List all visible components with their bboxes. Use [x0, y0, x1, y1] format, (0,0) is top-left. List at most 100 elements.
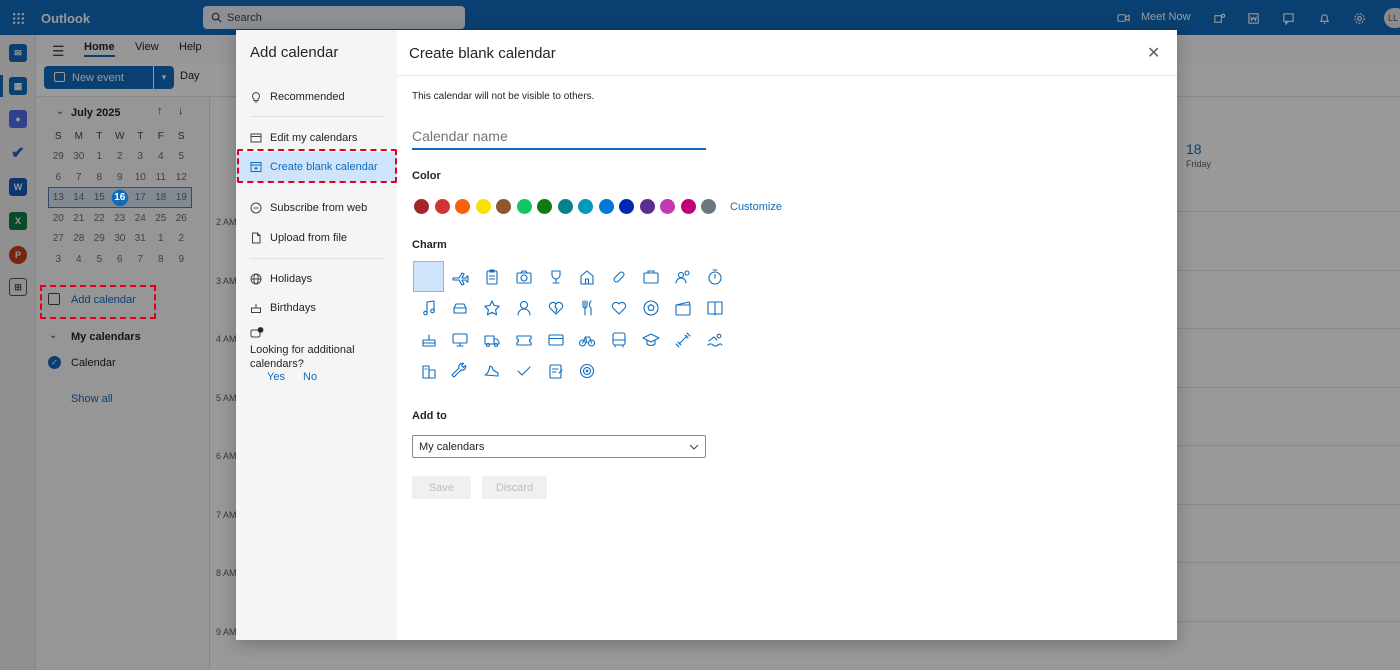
nav-holidays[interactable]: Holidays [236, 264, 397, 294]
charm-wrench-icon[interactable] [445, 356, 476, 387]
color-swatch[interactable] [455, 199, 470, 214]
mini-day[interactable]: 7 [130, 249, 151, 270]
mini-day[interactable]: 1 [151, 229, 172, 250]
charm-person-icon[interactable] [508, 293, 539, 324]
color-swatch[interactable] [639, 199, 655, 214]
mini-day[interactable]: 6 [110, 249, 131, 270]
charm-dumbbell-icon[interactable] [667, 324, 698, 355]
nav-subscribe-from-web[interactable]: Subscribe from web [236, 193, 397, 223]
mini-day[interactable]: 8 [151, 249, 172, 270]
color-swatch[interactable] [557, 199, 573, 214]
charm-heart-broken-icon[interactable] [540, 293, 571, 324]
mini-day[interactable]: 26 [171, 208, 192, 229]
color-swatch[interactable] [516, 199, 532, 214]
charm-graduation-cap-icon[interactable] [636, 324, 667, 355]
charm-clipboard-icon[interactable] [477, 261, 508, 292]
mini-day[interactable]: 7 [69, 167, 90, 188]
charm-food-icon[interactable] [572, 293, 603, 324]
mini-day[interactable]: 13 [48, 188, 69, 209]
charm-ticket-icon[interactable] [508, 324, 539, 355]
mini-day[interactable]: 15 [89, 188, 110, 209]
close-icon[interactable]: ✕ [1147, 43, 1160, 63]
charm-home-icon[interactable] [572, 261, 603, 292]
charm-music-icon[interactable] [413, 293, 444, 324]
mini-day[interactable]: 30 [110, 229, 131, 250]
mini-day[interactable]: 29 [48, 147, 69, 168]
yes-link[interactable]: Yes [267, 371, 285, 383]
charm-swim-icon[interactable] [699, 324, 730, 355]
add-to-dropdown[interactable]: My calendars [412, 435, 706, 458]
charm-checkmark-icon[interactable] [508, 356, 539, 387]
color-swatch[interactable] [701, 199, 716, 214]
charm-soccer-ball-icon[interactable] [636, 293, 667, 324]
charm-book-icon[interactable] [699, 293, 730, 324]
mini-day[interactable]: 4 [69, 249, 90, 270]
mini-day[interactable]: 12 [171, 167, 192, 188]
charm-airplane-icon[interactable] [445, 261, 476, 292]
mini-day[interactable]: 25 [151, 208, 172, 229]
mini-day[interactable]: 27 [48, 229, 69, 250]
discard-button[interactable]: Discard [482, 476, 547, 499]
color-swatch[interactable] [578, 199, 593, 214]
mini-day[interactable]: 18 [151, 188, 172, 209]
mini-day[interactable]: 2 [110, 147, 131, 168]
nav-recommended[interactable]: Recommended [236, 82, 397, 112]
charm-camera-icon[interactable] [508, 261, 539, 292]
no-link[interactable]: No [303, 371, 317, 383]
mini-day[interactable]: 19 [171, 188, 192, 209]
nav-upload-from-file[interactable]: Upload from file [236, 223, 397, 253]
calendar-name-input[interactable] [412, 124, 706, 150]
mini-day[interactable]: 8 [89, 167, 110, 188]
mini-day[interactable]: 30 [69, 147, 90, 168]
mini-day[interactable]: 1 [89, 147, 110, 168]
color-swatch[interactable] [475, 199, 491, 214]
color-swatch[interactable] [680, 199, 696, 214]
mini-day[interactable]: 17 [130, 188, 151, 209]
charm-heart-icon[interactable] [604, 293, 635, 324]
mini-day[interactable]: 14 [69, 188, 90, 209]
mini-day[interactable]: 23 [110, 208, 131, 229]
mini-day[interactable]: 4 [151, 147, 172, 168]
nav-birthdays[interactable]: Birthdays [236, 293, 397, 323]
mini-day[interactable]: 20 [48, 208, 69, 229]
color-swatch[interactable] [537, 199, 552, 214]
charm-running-shoe-icon[interactable] [477, 356, 508, 387]
mini-day[interactable]: 9 [171, 249, 192, 270]
charm-star-icon[interactable] [477, 293, 508, 324]
charm-truck-icon[interactable] [477, 324, 508, 355]
mini-day[interactable]: 11 [151, 167, 172, 188]
color-swatch[interactable] [496, 199, 511, 214]
mini-day-today[interactable]: 16 [109, 187, 130, 208]
color-swatch[interactable] [619, 199, 634, 214]
save-button[interactable]: Save [412, 476, 471, 499]
color-swatch[interactable] [598, 199, 614, 214]
mini-day[interactable]: 24 [130, 208, 151, 229]
mini-day[interactable]: 5 [89, 249, 110, 270]
charm-car-icon[interactable] [445, 293, 476, 324]
charm-cake-icon[interactable] [413, 324, 444, 355]
mini-day[interactable]: 6 [48, 167, 69, 188]
mini-day[interactable]: 9 [110, 167, 131, 188]
mini-day[interactable]: 5 [171, 147, 192, 168]
color-swatch[interactable] [414, 199, 429, 214]
charm-credit-card-icon[interactable] [540, 324, 571, 355]
charm-pill-icon[interactable] [604, 261, 635, 292]
charm-notepad-icon[interactable] [540, 356, 571, 387]
mini-day[interactable]: 31 [130, 229, 151, 250]
charm-target-icon[interactable] [572, 356, 603, 387]
mini-day[interactable]: 22 [89, 208, 110, 229]
charm-briefcase-icon[interactable] [636, 261, 667, 292]
mini-day[interactable]: 2 [171, 229, 192, 250]
charm-trophy-icon[interactable] [540, 261, 571, 292]
customize-color-link[interactable]: Customize [730, 201, 782, 213]
mini-day[interactable]: 28 [69, 229, 90, 250]
charm-bicycle-icon[interactable] [572, 324, 603, 355]
charm-bus-icon[interactable] [604, 324, 635, 355]
mini-day[interactable]: 21 [69, 208, 90, 229]
mini-day[interactable]: 10 [130, 167, 151, 188]
color-swatch[interactable] [660, 199, 675, 214]
mini-day[interactable]: 29 [89, 229, 110, 250]
charm-clapper-icon[interactable] [667, 293, 698, 324]
charm-people-icon[interactable] [667, 261, 698, 292]
charm-monitor-icon[interactable] [445, 324, 476, 355]
